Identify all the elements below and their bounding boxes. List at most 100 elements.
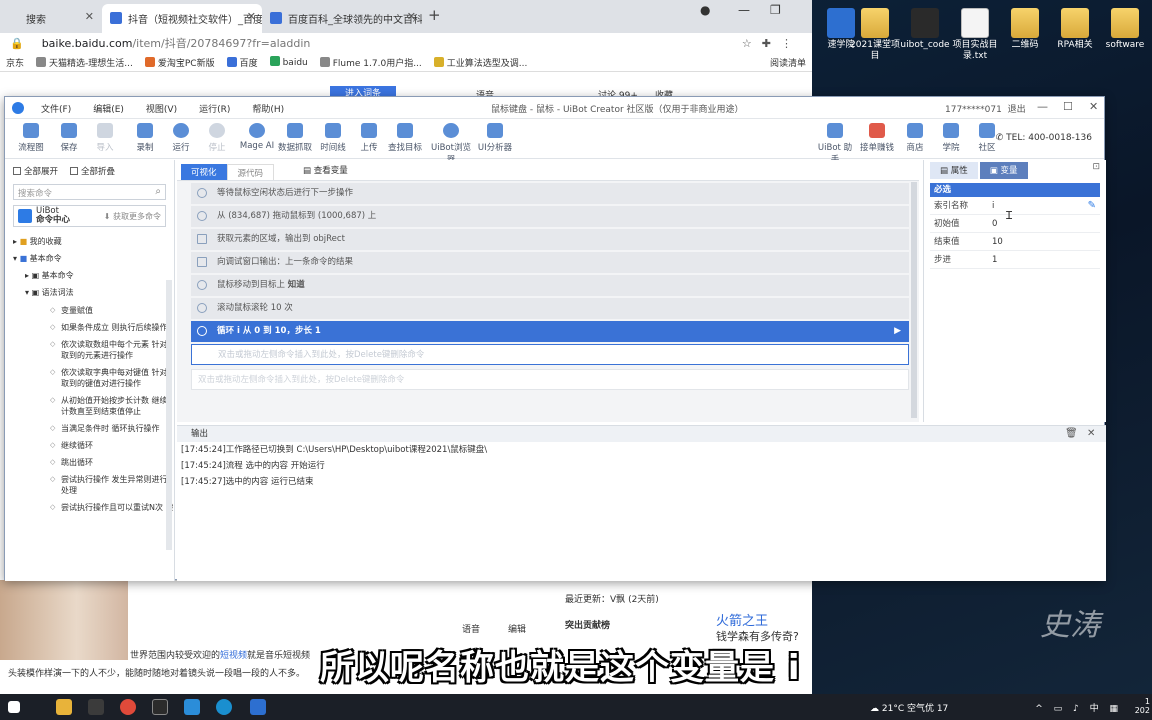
logout-link[interactable]: 退出 xyxy=(1008,105,1026,115)
earn-button[interactable]: 接单赚钱 xyxy=(857,123,897,153)
import-button[interactable]: 导入 xyxy=(85,123,125,153)
uibot-taskbar-icon[interactable] xyxy=(250,699,266,715)
minimize-icon[interactable]: — xyxy=(738,3,750,17)
restore-icon[interactable]: ❐ xyxy=(770,3,781,17)
close-icon[interactable]: ✕ xyxy=(1089,100,1098,113)
command-item[interactable]: 依次读取字典中每对键值 针对取到的键值对进行操作 xyxy=(5,367,174,389)
voice-link-2[interactable]: 语音 xyxy=(462,622,480,635)
weather-widget[interactable]: ☁ 21°C 空气优 17 xyxy=(870,701,948,714)
command-row[interactable]: 等待鼠标空闲状态后进行下一步操作 xyxy=(191,183,909,204)
maximize-icon[interactable]: ☐ xyxy=(1063,100,1073,113)
bookmark[interactable]: Flume 1.7.0用户指... xyxy=(319,56,422,69)
command-item[interactable]: 继续循环 xyxy=(5,440,174,451)
ui-analyzer-button[interactable]: UI分析器 xyxy=(475,123,515,153)
app-icon[interactable] xyxy=(88,699,104,715)
timeline-button[interactable]: 时间线 xyxy=(313,123,353,153)
file-explorer-icon[interactable] xyxy=(56,699,72,715)
menu-view[interactable]: 视图(V) xyxy=(146,102,177,115)
save-button[interactable]: 保存 xyxy=(49,123,89,153)
edit-icon[interactable]: ✎ xyxy=(1088,197,1096,215)
tab-variables[interactable]: ▣ 变量 xyxy=(979,162,1028,179)
property-value[interactable]: 10 xyxy=(992,233,1100,250)
menu-edit[interactable]: 编辑(E) xyxy=(93,102,124,115)
address-bar[interactable]: 🔒 baike.baidu.com/item/抖音/20784697?fr=al… xyxy=(0,33,812,53)
tab-source[interactable]: 源代码 xyxy=(226,164,275,180)
command-row[interactable]: 从 (834,687) 拖动鼠标到 (1000,687) 上 xyxy=(191,206,909,227)
clear-output-icon[interactable]: 🗑 xyxy=(1065,426,1078,442)
reading-list[interactable]: 阅读清单 xyxy=(770,56,806,69)
windows-start-icon[interactable] xyxy=(8,701,20,713)
property-row-start[interactable]: 初始值 0 xyxy=(930,215,1100,233)
command-item[interactable]: 尝试执行操作 发生异常则进行处理 xyxy=(5,474,174,496)
menu-file[interactable]: 文件(F) xyxy=(41,102,71,115)
command-item[interactable]: 从初始值开始按步长计数 继续计数直至到结束值停止 xyxy=(5,395,174,417)
camera-icon[interactable] xyxy=(152,699,168,715)
bookmark[interactable]: 京东 xyxy=(6,56,24,69)
run-selection-icon[interactable]: ▶ xyxy=(894,321,901,342)
new-tab-icon[interactable]: + xyxy=(428,6,441,24)
close-icon[interactable]: ✕ xyxy=(407,10,416,23)
record-button[interactable]: 录制 xyxy=(125,123,165,153)
article-link[interactable]: 短视频 xyxy=(220,651,247,661)
clock[interactable]: 1 202 xyxy=(1135,697,1150,715)
command-row[interactable]: 向调试窗口输出：上一条命令的结果 xyxy=(191,252,909,273)
assistant-button[interactable]: UiBot 助手 xyxy=(815,123,855,165)
command-center[interactable]: UiBot 命令中心 ⬇ 获取更多命令 xyxy=(13,205,166,227)
property-value[interactable]: 1 xyxy=(992,251,1100,268)
data-scrape-button[interactable]: 数据抓取 xyxy=(275,123,315,153)
command-item[interactable]: 跳出循环 xyxy=(5,457,174,468)
view-variables-button[interactable]: ▤ 查看变量 xyxy=(303,164,348,176)
close-icon[interactable]: ✕ xyxy=(247,10,256,23)
property-row-index-name[interactable]: 索引名称 i ✎ xyxy=(930,197,1100,215)
property-row-end[interactable]: 结束值 10 xyxy=(930,233,1100,251)
command-item[interactable]: 尝试执行操作且可以重试N次 尝试后仍发生异常则进行处理 xyxy=(5,502,174,513)
recent-user[interactable]: V飘 xyxy=(610,595,625,605)
panel-pin-icon[interactable]: ⊡ xyxy=(1092,162,1100,172)
sidebar-ad-title[interactable]: 火箭之王 xyxy=(716,610,768,629)
command-row[interactable]: 获取元素的区域，输出到 objRect xyxy=(191,229,909,250)
expand-all-button[interactable]: 全部展开 xyxy=(13,165,58,178)
bookmark[interactable]: 百度 xyxy=(226,56,258,69)
root-drop-zone[interactable]: 双击或拖动左侧命令插入到此处，按Delete键删除命令 xyxy=(191,369,909,390)
command-item[interactable]: 变量赋值 xyxy=(5,305,174,316)
app-icon[interactable] xyxy=(184,699,200,715)
minimize-icon[interactable]: — xyxy=(1037,100,1048,113)
upload-button[interactable]: 上传 xyxy=(349,123,389,153)
fetch-more-commands[interactable]: ⬇ 获取更多命令 xyxy=(104,211,161,222)
ime-indicator[interactable]: 中 xyxy=(1090,704,1103,714)
academy-button[interactable]: 学院 xyxy=(931,123,971,153)
edge-icon[interactable] xyxy=(216,699,232,715)
tree-item-favorites[interactable]: ▸ ■ 我的收藏 xyxy=(5,233,174,250)
menu-run[interactable]: 运行(R) xyxy=(199,102,230,115)
bookmark[interactable]: baidu xyxy=(269,56,308,68)
browser-tab[interactable]: 搜索 ✕ xyxy=(0,4,100,33)
collapse-all-button[interactable]: 全部折叠 xyxy=(70,165,115,178)
media-icon[interactable]: ● xyxy=(700,3,710,17)
command-item[interactable]: 当满足条件时 循环执行操作 xyxy=(5,423,174,434)
browser-actions[interactable]: ☆✚⋮ xyxy=(742,37,802,50)
tab-visual[interactable]: 可视化 xyxy=(181,164,227,180)
tab-properties[interactable]: ▤ 属性 xyxy=(930,162,978,179)
url-text[interactable]: baike.baidu.com/item/抖音/20784697?fr=alad… xyxy=(42,35,311,51)
edit-link[interactable]: 编辑 xyxy=(508,622,526,635)
desktop-icon-software[interactable]: software xyxy=(1096,8,1152,51)
property-row-step[interactable]: 步进 1 xyxy=(930,251,1100,269)
loop-command-row[interactable]: 循环 i 从 0 到 10，步长 1 ▶ xyxy=(191,321,909,342)
browser-tab[interactable]: 百度百科_全球领先的中文百科全 ✕ xyxy=(262,4,422,33)
menu-help[interactable]: 帮助(H) xyxy=(252,102,284,115)
close-icon[interactable]: ✕ xyxy=(1087,426,1095,442)
browser-tab-active[interactable]: 抖音（短视频社交软件）_百度百 ✕ xyxy=(102,4,262,33)
editor-scrollbar[interactable] xyxy=(911,182,917,418)
uibot-browser-button[interactable]: UiBot浏览器 xyxy=(427,123,475,165)
store-button[interactable]: 商店 xyxy=(895,123,935,153)
flowchart-button[interactable]: 流程图 xyxy=(11,123,51,153)
bookmark[interactable]: 工业算法选型及调... xyxy=(433,56,527,69)
chrome-icon[interactable] xyxy=(120,699,136,715)
command-row[interactable]: 滚动鼠标滚轮 10 次 xyxy=(191,298,909,319)
close-icon[interactable]: ✕ xyxy=(85,10,94,23)
system-tray[interactable]: ^ ▭ ♪ 中 ▦ xyxy=(1035,701,1122,714)
run-button[interactable]: 运行 xyxy=(161,123,201,153)
command-item[interactable]: 依次读取数组中每个元素 针对取到的元素进行操作 xyxy=(5,339,174,361)
find-target-button[interactable]: 查找目标 xyxy=(385,123,425,153)
tree-item-syntax[interactable]: ▾ ▣ 语法词法 xyxy=(5,284,174,301)
